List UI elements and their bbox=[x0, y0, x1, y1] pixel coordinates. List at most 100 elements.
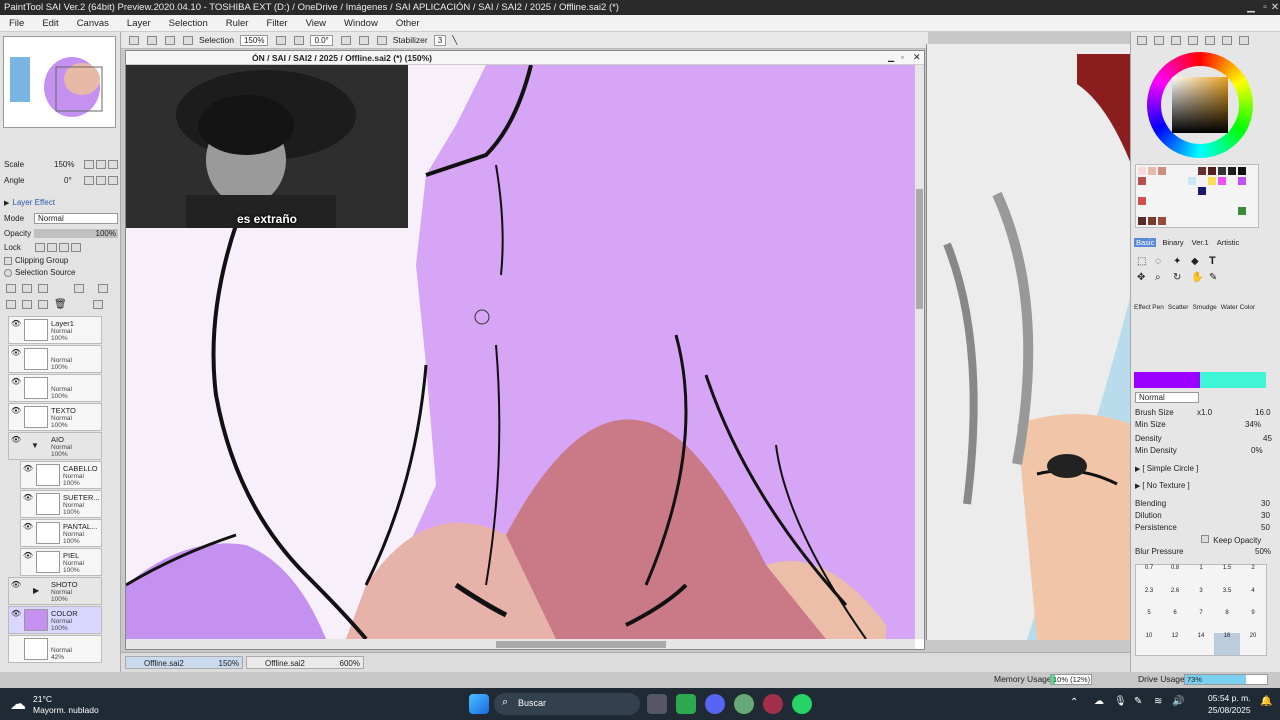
zoom-minus-icon[interactable] bbox=[276, 35, 287, 45]
min-size-value[interactable]: 34% bbox=[1245, 420, 1261, 429]
doc-restore-icon[interactable]: ▫ bbox=[901, 53, 904, 62]
notification-icon[interactable]: 🔔 bbox=[1260, 696, 1272, 707]
layer-item[interactable]: Normal 42% bbox=[8, 635, 102, 663]
clipping-group-row[interactable]: Clipping Group bbox=[4, 256, 68, 265]
saturation-value-square[interactable] bbox=[1172, 77, 1228, 133]
vertical-scroll-thumb[interactable] bbox=[916, 189, 923, 309]
rgb-tab-icon[interactable] bbox=[1154, 36, 1164, 45]
hsv-tab-icon[interactable] bbox=[1171, 36, 1181, 45]
lock-pixels-icon[interactable] bbox=[34, 243, 45, 252]
eye-icon[interactable]: 👁 bbox=[10, 377, 22, 387]
zoom-in-button[interactable] bbox=[96, 160, 106, 169]
brush-preset[interactable]: 1.5 bbox=[1214, 565, 1240, 588]
eye-icon[interactable]: 👁 bbox=[10, 348, 22, 358]
text-tool-icon[interactable]: T bbox=[1209, 255, 1216, 267]
layer-item-selected[interactable]: 👁 COLOR Normal 100% bbox=[8, 606, 102, 634]
brush-texture-select[interactable]: [ No Texture ] bbox=[1142, 481, 1189, 490]
hand-tool-icon[interactable]: ✋ bbox=[1191, 272, 1203, 283]
trash-icon[interactable]: 🗑 bbox=[54, 299, 67, 310]
brush-preset[interactable]: 7 bbox=[1188, 610, 1214, 633]
brush-preset[interactable]: 8 bbox=[1214, 610, 1240, 633]
mic-icon[interactable]: 🎙 bbox=[1114, 696, 1127, 707]
weather-icon[interactable]: ☁ bbox=[10, 694, 26, 714]
menu-edit[interactable]: Edit bbox=[33, 18, 67, 29]
angle-value[interactable]: 0° bbox=[64, 176, 72, 185]
brush-preset[interactable]: 3.5 bbox=[1214, 588, 1240, 611]
clear-icon[interactable] bbox=[38, 300, 48, 309]
undo-icon[interactable] bbox=[129, 35, 139, 45]
clock-time[interactable]: 05:54 p. m. bbox=[1208, 693, 1251, 703]
layer-folder[interactable]: 👁 ▶ SHOTO Normal 100% bbox=[8, 577, 102, 605]
tab-binary[interactable]: Binary bbox=[1160, 238, 1185, 247]
lock-brush-icon[interactable] bbox=[46, 243, 57, 252]
palette-tab-icon[interactable] bbox=[1239, 36, 1249, 45]
color-wheel-tab-icon[interactable] bbox=[1137, 36, 1147, 45]
secondary-color[interactable] bbox=[1200, 372, 1266, 388]
merge-icon[interactable] bbox=[6, 300, 16, 309]
brush-preset[interactable]: 2 bbox=[1240, 565, 1266, 588]
layer-item[interactable]: 👁 TEXTO Normal 100% bbox=[8, 403, 102, 431]
doc-tab-active[interactable]: Offline.sai2 150% bbox=[125, 656, 243, 669]
clock-date[interactable]: 25/08/2025 bbox=[1208, 705, 1251, 715]
eye-icon[interactable]: 👁 bbox=[22, 464, 34, 474]
brush-preset[interactable]: 3 bbox=[1188, 588, 1214, 611]
new-folder-icon[interactable] bbox=[22, 284, 32, 293]
vertical-scrollbar[interactable] bbox=[915, 65, 924, 639]
layer-item[interactable]: 👁 Normal 100% bbox=[8, 345, 102, 373]
persistence-value[interactable]: 50 bbox=[1261, 523, 1270, 532]
scale-value[interactable]: 150% bbox=[54, 160, 74, 169]
doc-tab[interactable]: Offline.sai2 600% bbox=[246, 656, 364, 669]
line-icon[interactable]: ╲ bbox=[452, 35, 457, 46]
navigator-preview[interactable] bbox=[3, 36, 116, 128]
layer-item[interactable]: 👁 Layer1 Normal 100% bbox=[8, 316, 102, 344]
task-view-icon[interactable] bbox=[647, 694, 667, 714]
brush-preset[interactable]: 6 bbox=[1162, 610, 1188, 633]
bucket-icon[interactable]: ◆ bbox=[1191, 256, 1199, 267]
brush-scatter[interactable]: Scatter bbox=[1168, 304, 1189, 324]
zoom-reset-button[interactable] bbox=[108, 160, 118, 169]
texture-row[interactable]: ▶ [ No Texture ] bbox=[1135, 481, 1190, 490]
rotation-select[interactable]: 0.0° bbox=[310, 34, 333, 46]
layer-item[interactable]: 👁 Normal 100% bbox=[8, 374, 102, 402]
pen-icon[interactable]: ✎ bbox=[1134, 696, 1142, 707]
lock-all-icon[interactable] bbox=[70, 243, 81, 252]
brush-water-color[interactable]: Water Color bbox=[1221, 304, 1255, 324]
layer-effect-row[interactable]: ▶ Layer Effect bbox=[4, 198, 55, 207]
brush-size-multiplier[interactable]: x1.0 bbox=[1197, 408, 1212, 417]
rotate-ccw-icon[interactable] bbox=[340, 35, 351, 45]
selection-label[interactable]: Selection bbox=[199, 35, 234, 45]
menu-other[interactable]: Other bbox=[387, 18, 429, 29]
stabilizer-select[interactable]: 3 bbox=[433, 34, 447, 46]
deselect-icon[interactable] bbox=[165, 35, 175, 45]
volume-icon[interactable]: 🔊 bbox=[1172, 696, 1184, 707]
menu-ruler[interactable]: Ruler bbox=[217, 18, 258, 29]
color-swatches[interactable] bbox=[1135, 164, 1259, 228]
blend-mode-select[interactable]: Normal bbox=[1135, 392, 1199, 403]
doc-close-icon[interactable]: ✕ bbox=[913, 52, 921, 63]
magic-wand-icon[interactable]: ✦ bbox=[1173, 256, 1181, 267]
brush-preset[interactable]: 0.8 bbox=[1162, 565, 1188, 588]
discord-icon[interactable] bbox=[705, 694, 725, 714]
wifi-icon[interactable]: ≋ bbox=[1154, 696, 1162, 707]
doc-minimize-icon[interactable]: ▁ bbox=[888, 53, 894, 62]
drawing-canvas[interactable]: es extraño bbox=[126, 65, 915, 639]
zoom-tool-icon[interactable]: ⌕ bbox=[1155, 272, 1161, 283]
brush-shape-select[interactable]: [ Simple Circle ] bbox=[1142, 464, 1198, 473]
marquee-tool-icon[interactable]: ⬚ bbox=[1137, 256, 1146, 267]
app-icon[interactable] bbox=[676, 694, 696, 714]
brush-preset[interactable]: 1 bbox=[1188, 565, 1214, 588]
effect-icon[interactable] bbox=[74, 284, 84, 293]
tab-ver1[interactable]: Ver.1 bbox=[1190, 238, 1211, 247]
brush-preset[interactable]: 14 bbox=[1188, 633, 1214, 656]
brush-preset[interactable]: 2.3 bbox=[1136, 588, 1162, 611]
horizontal-scroll-thumb[interactable] bbox=[496, 641, 666, 648]
eye-icon[interactable]: 👁 bbox=[10, 435, 22, 445]
weather-desc[interactable]: Mayorm. nublado bbox=[33, 705, 99, 715]
copy-layer-icon[interactable] bbox=[38, 284, 48, 293]
brush-preset[interactable]: 5 bbox=[1136, 610, 1162, 633]
layer-item[interactable]: 👁 CABELLO Normal 100% bbox=[20, 461, 102, 489]
mode-select[interactable]: Normal bbox=[34, 213, 118, 224]
horizontal-scrollbar[interactable] bbox=[126, 639, 915, 649]
keep-opacity-checkbox[interactable] bbox=[1201, 535, 1209, 543]
swatches-tab-icon[interactable] bbox=[1205, 36, 1215, 45]
